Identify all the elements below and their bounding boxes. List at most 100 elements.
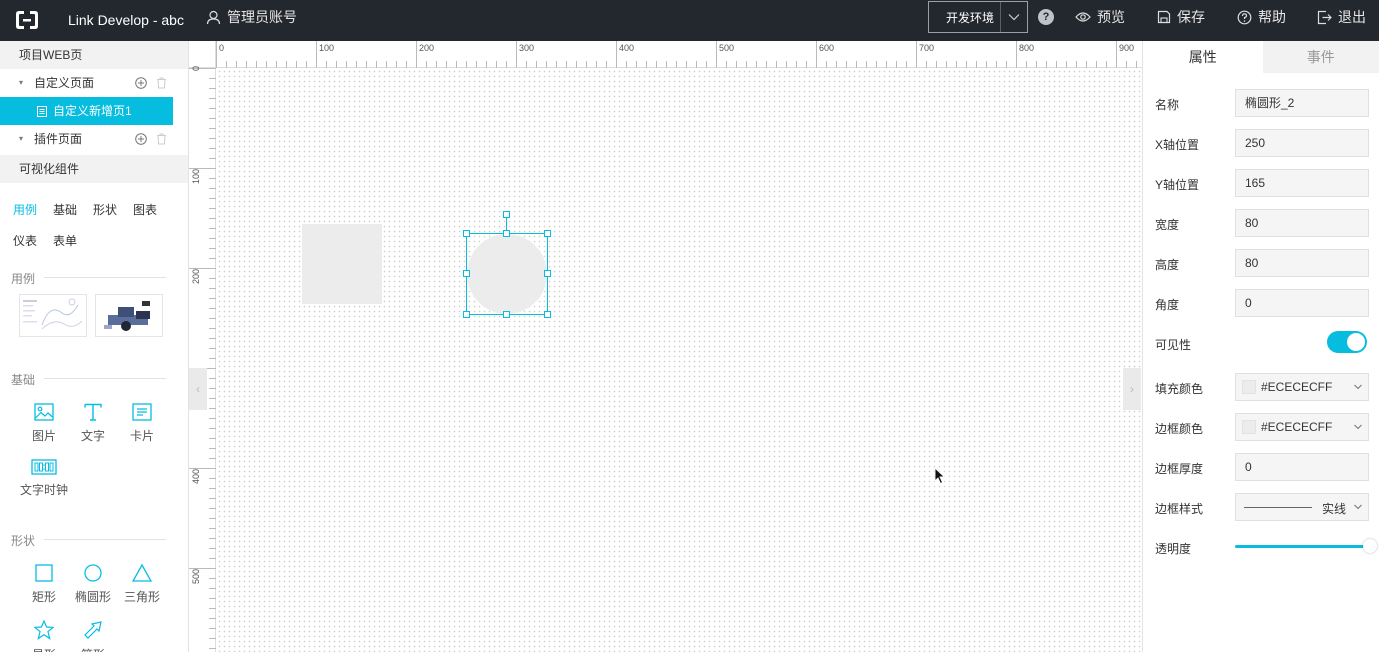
component-image-label: 图片 xyxy=(31,429,56,443)
logout-button[interactable]: 退出 xyxy=(1317,8,1366,26)
opacity-slider-handle[interactable] xyxy=(1363,539,1377,553)
help-button[interactable]: 帮助 xyxy=(1237,8,1286,26)
tab-gauges[interactable]: 仪表 xyxy=(13,232,37,249)
border-color-select[interactable]: #ECECECFF xyxy=(1235,413,1369,441)
tree-custom-pages-label: 自定义页面 xyxy=(34,76,95,90)
x-position-input[interactable]: 250 xyxy=(1235,129,1369,157)
ruler-top-label: 100 xyxy=(319,43,335,53)
ruler-top: 0 100 200 300 400 500 600 700 800 900 xyxy=(216,41,1142,68)
text-icon xyxy=(84,403,102,421)
border-style-select[interactable]: 实线 xyxy=(1235,493,1369,521)
component-text-clock-label: 文字时钟 xyxy=(19,483,68,497)
border-width-input[interactable]: 0 xyxy=(1235,453,1369,481)
tree-item-custom-page-1[interactable]: 自定义新增页1 xyxy=(0,97,173,125)
image-icon xyxy=(34,403,54,421)
component-card[interactable]: 卡片 xyxy=(117,403,167,444)
component-text[interactable]: 文字 xyxy=(68,403,118,444)
canvas-rectangle-shape[interactable] xyxy=(302,224,382,304)
caret-down-icon[interactable]: ▾ xyxy=(19,69,23,97)
prop-row-opacity: 透明度 xyxy=(1143,533,1379,561)
component-image[interactable]: 图片 xyxy=(19,403,69,444)
save-button[interactable]: 保存 xyxy=(1157,8,1205,26)
dot-grid[interactable] xyxy=(217,69,1142,652)
component-ellipse[interactable]: 椭圆形 xyxy=(68,564,118,605)
group-label-shapes: 形状 xyxy=(11,534,36,548)
name-input[interactable]: 椭圆形_2 xyxy=(1235,89,1369,117)
help-label: 帮助 xyxy=(1258,9,1286,25)
triangle-icon xyxy=(132,564,152,582)
collapse-left-button[interactable]: ‹ xyxy=(189,368,207,410)
digital-clock-icon xyxy=(31,459,57,475)
resize-handle-sw[interactable] xyxy=(463,311,470,318)
group-label-examples: 用例 xyxy=(11,272,36,286)
angle-input[interactable]: 0 xyxy=(1235,289,1369,317)
visibility-toggle[interactable] xyxy=(1327,331,1367,353)
delete-icon[interactable] xyxy=(156,77,167,89)
border-color-swatch xyxy=(1242,420,1256,434)
fill-color-value: #ECECECFF xyxy=(1261,380,1333,394)
component-star[interactable]: 星形 xyxy=(19,620,69,652)
tab-basic[interactable]: 基础 xyxy=(53,201,77,218)
rectangle-icon xyxy=(35,564,53,582)
example-thumb-2[interactable] xyxy=(95,294,163,337)
component-text-clock[interactable]: 文字时钟 xyxy=(19,459,69,498)
ruler-top-label: 800 xyxy=(1019,43,1035,53)
selection-box[interactable] xyxy=(466,233,548,315)
resize-handle-n[interactable] xyxy=(503,230,510,237)
fill-color-swatch xyxy=(1242,380,1256,394)
tab-examples[interactable]: 用例 xyxy=(13,201,37,218)
ruler-top-label: 200 xyxy=(419,43,435,53)
env-select[interactable]: 开发环境 xyxy=(928,1,1028,33)
tab-events[interactable]: 事件 xyxy=(1262,41,1379,73)
rotate-handle[interactable] xyxy=(503,211,510,218)
collapse-right-button[interactable]: › xyxy=(1123,368,1141,410)
y-position-input[interactable]: 165 xyxy=(1235,169,1369,197)
prop-row-x: X轴位置 250 xyxy=(1143,129,1379,157)
tab-shapes[interactable]: 形状 xyxy=(93,201,117,218)
page-icon xyxy=(37,106,47,117)
caret-down-icon[interactable]: ▾ xyxy=(19,125,23,153)
panel-tabs: 属性 事件 xyxy=(1143,41,1379,73)
ruler-left-ticks xyxy=(189,68,216,649)
resize-handle-s[interactable] xyxy=(503,311,510,318)
delete-icon[interactable] xyxy=(156,133,167,145)
resize-handle-w[interactable] xyxy=(463,270,470,277)
add-page-icon[interactable] xyxy=(135,133,147,145)
mouse-cursor-icon xyxy=(934,467,946,485)
component-triangle[interactable]: 三角形 xyxy=(117,564,167,605)
env-divider xyxy=(1000,2,1001,32)
height-input[interactable]: 80 xyxy=(1235,249,1369,277)
component-rectangle[interactable]: 矩形 xyxy=(19,564,69,605)
ruler-left: 0 100 200 400 500 xyxy=(189,66,216,652)
tab-forms[interactable]: 表单 xyxy=(53,232,77,249)
resize-handle-nw[interactable] xyxy=(463,230,470,237)
tree-custom-pages[interactable]: ▾ 自定义页面 xyxy=(0,69,188,97)
prop-height-label: 高度 xyxy=(1155,258,1180,272)
fill-color-select[interactable]: #ECECECFF xyxy=(1235,373,1369,401)
width-input[interactable]: 80 xyxy=(1235,209,1369,237)
prop-row-visible: 可见性 xyxy=(1143,329,1379,357)
preview-button[interactable]: 预览 xyxy=(1075,8,1125,26)
question-icon[interactable]: ? xyxy=(1038,9,1054,25)
help-circle-icon xyxy=(1237,10,1252,24)
components-section: 可视化组件 xyxy=(0,155,188,183)
resize-handle-e[interactable] xyxy=(544,270,551,277)
canvas-area[interactable]: 0 100 200 300 400 500 600 700 800 900 0 … xyxy=(189,41,1142,652)
opacity-slider-track[interactable] xyxy=(1235,545,1369,548)
resize-handle-ne[interactable] xyxy=(544,230,551,237)
tree-plugin-pages[interactable]: ▾ 插件页面 xyxy=(0,125,188,153)
component-arrow[interactable]: 箭形 xyxy=(68,620,118,652)
tab-charts[interactable]: 图表 xyxy=(133,201,157,218)
tab-properties[interactable]: 属性 xyxy=(1143,41,1263,73)
prop-x-label: X轴位置 xyxy=(1155,138,1200,152)
properties-panel: 属性 事件 名称 椭圆形_2 X轴位置 250 Y轴位置 165 宽度 80 高… xyxy=(1142,41,1379,652)
app-title: Link Develop - abc xyxy=(68,12,184,28)
account-menu[interactable]: 管理员账号 xyxy=(206,7,297,27)
component-card-label: 卡片 xyxy=(129,429,154,443)
add-page-icon[interactable] xyxy=(135,77,147,89)
group-divider xyxy=(44,539,166,540)
machine-thumbnail-icon xyxy=(104,301,150,331)
resize-handle-se[interactable] xyxy=(544,311,551,318)
example-thumb-1[interactable] xyxy=(19,294,87,337)
project-web-section[interactable]: 项目WEB页 xyxy=(0,41,188,69)
